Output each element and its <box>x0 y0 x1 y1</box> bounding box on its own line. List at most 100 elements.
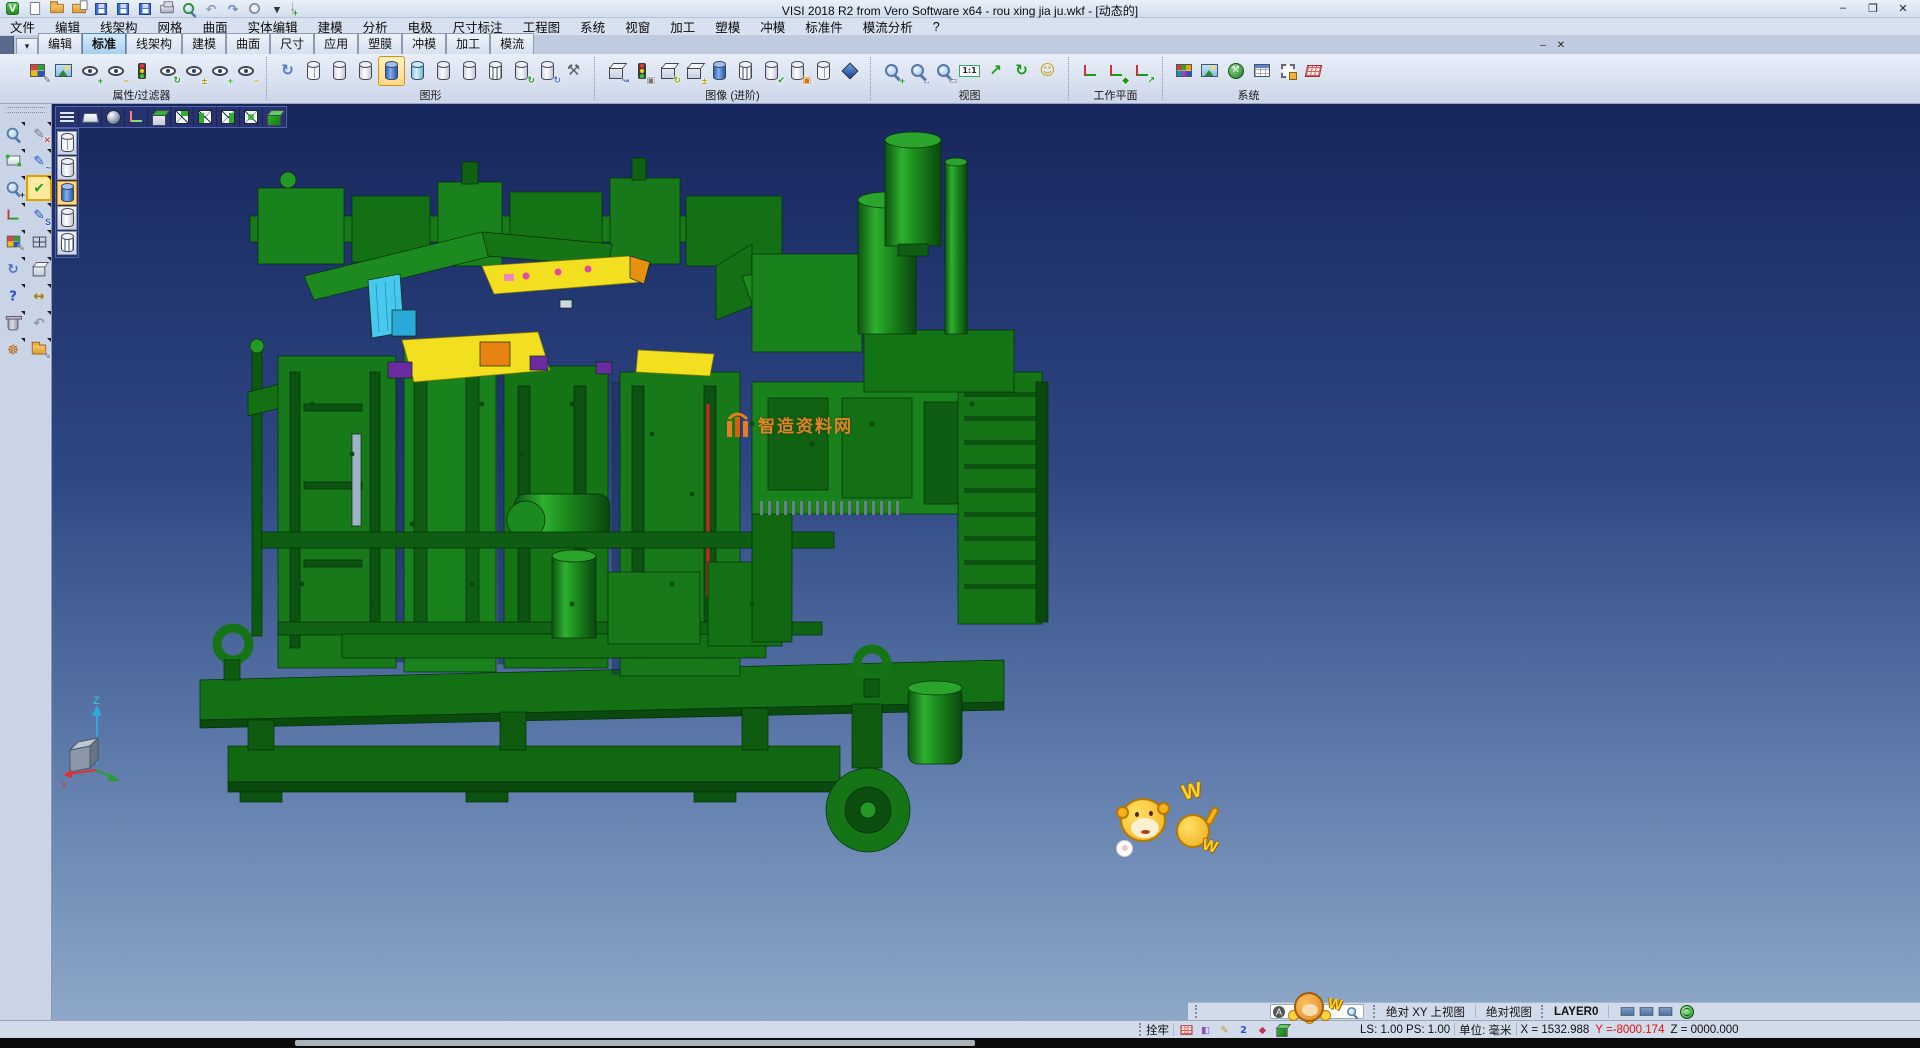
statusbar-drag-handle[interactable] <box>1195 1005 1199 1018</box>
tab-application[interactable]: 应用 <box>314 33 358 54</box>
undo-last-button[interactable]: ↶ <box>28 312 50 334</box>
regenerate-button[interactable]: ↻ <box>2 258 24 280</box>
system-settings-button[interactable]: ⚒ <box>1223 57 1248 85</box>
status-pick-button[interactable]: ✎ <box>1216 1022 1233 1037</box>
tab-surface[interactable]: 曲面 <box>226 33 270 54</box>
taskbar-segment[interactable] <box>295 1040 975 1046</box>
plane-grid-button[interactable] <box>1301 57 1326 85</box>
hide-all-button[interactable]: − <box>233 57 258 85</box>
solids-dynamic-button[interactable]: ↝ <box>603 57 628 85</box>
color-table-button[interactable] <box>1171 57 1196 85</box>
render-mesh-button[interactable] <box>483 57 508 85</box>
rotate-view-button[interactable]: ↻ <box>1009 57 1034 85</box>
redraw-button[interactable]: ↻ <box>275 57 300 85</box>
doc-close-button[interactable]: ✕ <box>1554 38 1568 52</box>
history-button[interactable] <box>244 0 265 17</box>
print-button[interactable] <box>156 0 177 17</box>
zoom-in-button[interactable]: + <box>879 57 904 85</box>
confirm-selection-button[interactable]: ✔ <box>28 177 50 199</box>
zoom-window-button[interactable]: ▭ <box>931 57 956 85</box>
menu-mould[interactable]: 塑模 <box>705 16 750 37</box>
solid-cube-button[interactable] <box>28 258 50 280</box>
shade-shaded-button[interactable] <box>57 181 77 205</box>
redo-button[interactable]: ↷ <box>222 0 243 17</box>
workplane-set-button[interactable] <box>1077 57 1102 85</box>
snap-lock-toggle[interactable]: 拴牢 <box>1146 1022 1169 1038</box>
insert-file-button[interactable] <box>68 0 89 17</box>
edit-attributes-button[interactable]: ✎ <box>25 57 50 85</box>
new-document-button[interactable] <box>24 0 45 17</box>
navigation-helm-button[interactable]: ☸ <box>2 339 24 361</box>
refresh-visibility-button[interactable]: ↻ <box>155 57 180 85</box>
view-plane-button[interactable] <box>79 107 102 127</box>
menu-machining[interactable]: 加工 <box>660 16 705 37</box>
open-file-button[interactable] <box>46 0 67 17</box>
pan-view-button[interactable]: ↗ <box>983 57 1008 85</box>
view-right-button[interactable] <box>217 107 240 127</box>
render-shaded-edges-button[interactable] <box>405 57 430 85</box>
tab-dimension[interactable]: 尺寸 <box>270 33 314 54</box>
statusbar-drag-handle[interactable] <box>1541 1005 1545 1018</box>
shade-mesh-button[interactable] <box>57 231 77 255</box>
grid-snap-button[interactable] <box>1275 57 1300 85</box>
statusbar-drag-handle[interactable] <box>1139 1023 1143 1036</box>
menu-help[interactable]: ? <box>923 19 950 35</box>
tab-modeling[interactable]: 建模 <box>182 33 226 54</box>
curve-edit-button[interactable]: ✎~ <box>28 150 50 172</box>
view-axis-button[interactable] <box>125 107 148 127</box>
viewport-3d[interactable]: Z x 智造资料网 W W <box>52 104 1920 1020</box>
image-settings-button[interactable] <box>1197 57 1222 85</box>
tab-flow[interactable]: 模流 <box>490 33 534 54</box>
delete-trash-button[interactable] <box>2 312 24 334</box>
view-render-button[interactable] <box>102 107 125 127</box>
view-menu-button[interactable] <box>56 107 79 127</box>
show-entities-button[interactable]: + <box>77 57 102 85</box>
tab-mould[interactable]: 塑膜 <box>358 33 402 54</box>
workplane-from-geometry-button[interactable]: ◆ <box>1103 57 1128 85</box>
cylinder-export-button[interactable]: ▣ <box>785 57 810 85</box>
menu-standard-parts[interactable]: 标准件 <box>795 16 853 37</box>
render-dashed-hidden-button[interactable] <box>353 57 378 85</box>
plane-selection-button[interactable] <box>2 150 24 172</box>
view-top-button[interactable] <box>148 107 171 127</box>
zoom-solid-button[interactable]: + <box>2 177 24 199</box>
spline-edit-button[interactable]: ✎S <box>28 204 50 226</box>
solids-filter-button[interactable]: ▣ <box>629 57 654 85</box>
render-hidden-line-button[interactable] <box>327 57 352 85</box>
layer-slot-3[interactable] <box>1657 1004 1674 1019</box>
cylinder-section-button[interactable] <box>733 57 758 85</box>
view-left-button[interactable] <box>194 107 217 127</box>
tab-dropdown-button[interactable]: ▾ <box>16 38 38 54</box>
save-button[interactable] <box>90 0 111 17</box>
layer-slot-2[interactable] <box>1638 1004 1655 1019</box>
save-as-button[interactable]: ✎ <box>112 0 133 17</box>
menu-window[interactable]: 视窗 <box>615 16 660 37</box>
render-copy-button[interactable]: ↻ <box>535 57 560 85</box>
menu-progress[interactable]: 冲模 <box>750 16 795 37</box>
print-preview-button[interactable] <box>178 0 199 17</box>
tab-progress[interactable]: 冲模 <box>402 33 446 54</box>
cylinder-info-button[interactable] <box>707 57 732 85</box>
sidebar-drag-handle[interactable] <box>6 107 45 113</box>
cylinder-wire-button[interactable] <box>811 57 836 85</box>
view-mode-readout[interactable]: 绝对视图 <box>1486 1004 1532 1020</box>
zoom-dynamic-button[interactable]: ↔ <box>905 57 930 85</box>
minimize-button[interactable]: – <box>1828 0 1858 16</box>
shade-hidden-button[interactable] <box>57 156 77 180</box>
undo-button[interactable]: ↶ <box>200 0 221 17</box>
world-icon[interactable] <box>1680 1005 1694 1019</box>
window-layout-button[interactable] <box>28 231 50 253</box>
zoom-scale-1-1-button[interactable]: 1:1 <box>957 57 982 85</box>
shade-ghost-button[interactable] <box>57 206 77 230</box>
hide-entities-button[interactable]: − <box>103 57 128 85</box>
cylinder-validate-button[interactable]: ✔ <box>759 57 784 85</box>
render-transparent-button[interactable] <box>431 57 456 85</box>
maximize-button[interactable]: ❐ <box>1858 0 1888 16</box>
view-front-button[interactable] <box>240 107 263 127</box>
tab-edit[interactable]: 编辑 <box>38 33 82 54</box>
measure-distance-button[interactable]: ↔ <box>28 285 50 307</box>
render-shaded-button[interactable] <box>379 57 404 85</box>
modify-attributes-button[interactable]: ✎ <box>2 231 24 253</box>
zoom-extents-button[interactable] <box>2 123 24 145</box>
status-mask-button[interactable]: ◧ <box>1197 1022 1214 1037</box>
